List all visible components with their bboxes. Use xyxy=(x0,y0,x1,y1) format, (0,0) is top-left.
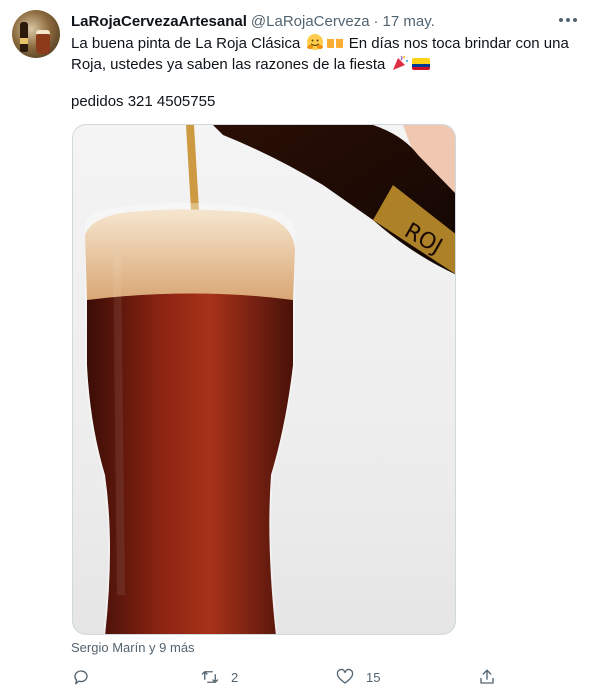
heart-icon xyxy=(336,668,354,684)
like-button[interactable]: 15 xyxy=(336,668,380,686)
display-name[interactable]: LaRojaCervezaArtesanal xyxy=(71,13,247,30)
retweet-icon xyxy=(201,671,219,683)
separator-dot: · xyxy=(373,12,379,30)
tweet-text: La buena pinta de La Roja Clásica En día… xyxy=(71,33,571,75)
reply-icon xyxy=(74,670,88,685)
tweet-actions: 2 15 xyxy=(70,668,500,688)
tweet-text-line-2: Roja, ustedes ya saben las razones de la… xyxy=(71,54,571,75)
tweet-header: LaRojaCervezaArtesanal @LaRojaCerveza · … xyxy=(71,12,435,30)
reply-button[interactable] xyxy=(72,668,102,686)
tweet-date[interactable]: 17 may. xyxy=(383,13,435,30)
avatar-glass xyxy=(36,34,50,54)
beer-pour-illustration: ROJ xyxy=(84,125,455,634)
phone-order-line: pedidos 321 4505755 xyxy=(71,93,216,110)
retweet-count: 2 xyxy=(231,669,239,685)
retweet-button[interactable]: 2 xyxy=(201,668,238,686)
tweet-text-part-3: Roja, ustedes ya saben las razones de la… xyxy=(71,56,386,73)
colombia-flag-icon xyxy=(411,58,430,70)
hugging-face-emoji-icon xyxy=(306,33,324,51)
tweet-text-part-2: En días nos toca brindar con una xyxy=(348,35,569,52)
party-popper-emoji-icon xyxy=(391,54,409,72)
avatar[interactable] xyxy=(12,10,60,58)
more-horizontal-icon[interactable] xyxy=(558,12,578,29)
clinking-beer-mugs-emoji-icon xyxy=(326,33,344,51)
tagged-users[interactable]: Sergio Marín y 9 más xyxy=(71,640,195,655)
share-button[interactable] xyxy=(478,668,496,686)
avatar-bottle xyxy=(20,22,28,52)
tweet-text-line-1: La buena pinta de La Roja Clásica En día… xyxy=(71,33,571,54)
like-count: 15 xyxy=(366,669,381,685)
share-icon xyxy=(480,669,494,684)
user-handle[interactable]: @LaRojaCerveza xyxy=(251,13,370,30)
tweet-text-part-1: La buena pinta de La Roja Clásica xyxy=(71,35,301,52)
tweet-media-photo[interactable]: ROJ xyxy=(72,124,456,635)
avatar-bottle-label xyxy=(20,38,28,44)
